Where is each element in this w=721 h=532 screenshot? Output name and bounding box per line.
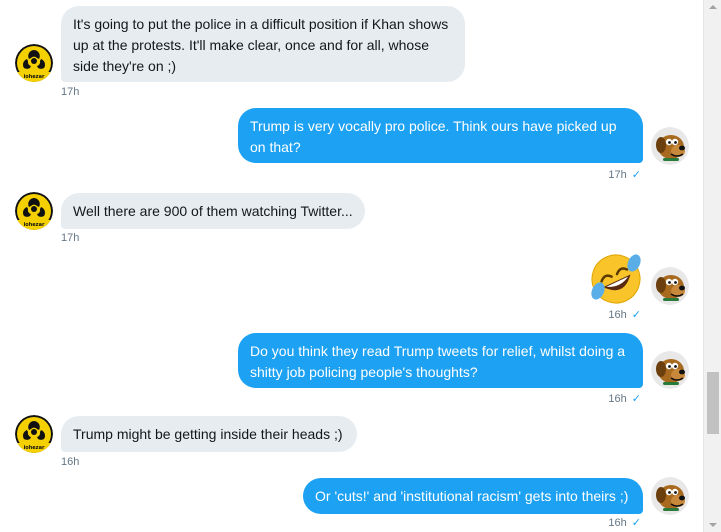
biohazard-avatar-icon[interactable]: iohezar — [15, 192, 53, 230]
message-bubble-incoming[interactable]: It's going to put the police in a diffic… — [61, 6, 465, 82]
scrollbar-thumb[interactable] — [707, 372, 719, 434]
message-text: Trump is very vocally pro police. Think … — [250, 118, 617, 155]
scooby-doo-avatar-icon[interactable] — [651, 477, 689, 515]
message-bubble-incoming[interactable]: Trump might be getting inside their head… — [61, 416, 357, 452]
message-bubble-incoming[interactable]: Well there are 900 of them watching Twit… — [61, 193, 365, 229]
svg-text:iohezar: iohezar — [24, 74, 45, 80]
message-text: Well there are 900 of them watching Twit… — [73, 203, 353, 219]
scooby-doo-avatar-icon[interactable] — [651, 127, 689, 165]
scooby-doo-avatar-icon[interactable] — [651, 351, 689, 389]
conversation-view: iohezar It's going to put the police in … — [0, 0, 703, 532]
message-text: Do you think they read Trump tweets for … — [250, 343, 626, 380]
message-timestamp: 17h — [61, 232, 80, 244]
message-timestamp: 17h — [61, 86, 80, 98]
message-timestamp: 17h ✓ — [608, 169, 641, 181]
message-bubble-outgoing[interactable]: Do you think they read Trump tweets for … — [238, 333, 643, 388]
message-timestamp: 16h — [61, 456, 80, 468]
read-receipt-check-icon: ✓ — [631, 393, 641, 405]
biohazard-avatar-icon[interactable]: iohezar — [15, 415, 53, 453]
biohazard-avatar-icon[interactable]: iohezar — [15, 44, 53, 82]
vertical-scrollbar[interactable] — [703, 0, 721, 532]
scroll-up-arrow-icon[interactable] — [709, 5, 717, 9]
message-timestamp: 16h ✓ — [608, 393, 641, 405]
message-text: Trump might be getting inside their head… — [73, 426, 343, 442]
scroll-down-arrow-icon[interactable] — [709, 523, 717, 527]
read-receipt-check-icon: ✓ — [631, 169, 641, 181]
message-bubble-outgoing[interactable]: Trump is very vocally pro police. Think … — [238, 108, 643, 163]
read-receipt-check-icon: ✓ — [631, 517, 641, 529]
message-text: It's going to put the police in a diffic… — [73, 16, 449, 74]
message-timestamp: 16h ✓ — [608, 309, 641, 321]
scooby-doo-avatar-icon[interactable] — [651, 267, 689, 305]
svg-text:iohezar: iohezar — [24, 222, 45, 228]
message-bubble-outgoing[interactable]: Or 'cuts!' and 'institutional racism' ge… — [303, 478, 643, 514]
rolling-on-the-floor-laughing-emoji[interactable] — [590, 253, 642, 310]
read-receipt-check-icon: ✓ — [631, 309, 641, 321]
message-text: Or 'cuts!' and 'institutional racism' ge… — [315, 488, 629, 504]
message-timestamp: 16h ✓ — [608, 517, 641, 529]
svg-text:iohezar: iohezar — [24, 445, 45, 451]
